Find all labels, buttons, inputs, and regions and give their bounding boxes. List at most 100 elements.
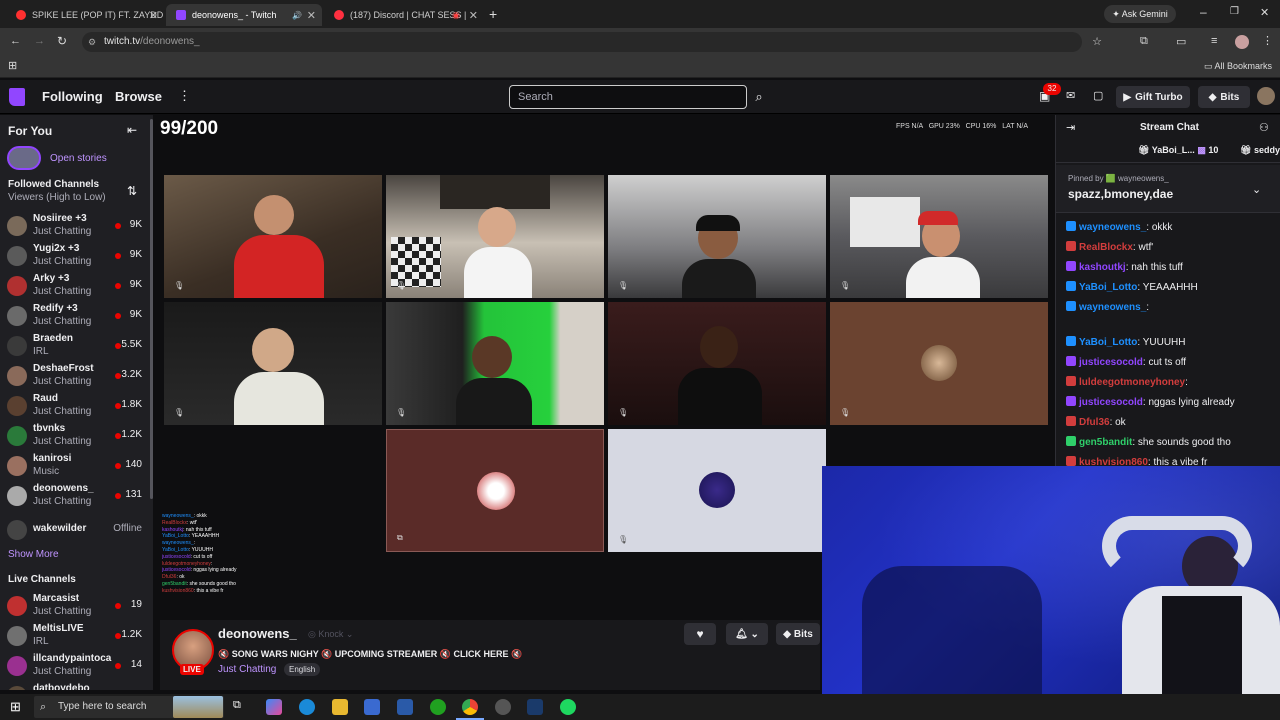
close-tab-icon[interactable]: ✕ <box>307 9 316 22</box>
bits-icon: ◆ <box>1208 91 1217 103</box>
chat-username[interactable]: gen5bandit <box>1079 437 1132 448</box>
tab-title: deonowens_ - Twitch <box>192 10 277 20</box>
knock-button[interactable]: ◎ Knock ⌄ <box>308 629 353 640</box>
maximize-icon[interactable]: ❐ <box>1230 6 1239 17</box>
sidebar-channel-offline[interactable]: wakewilder Offline <box>0 515 150 545</box>
chrome-icon[interactable] <box>462 699 478 715</box>
mic-icon: 🎙 <box>618 408 629 417</box>
sidebar-channel-yugi2x-3[interactable]: Yugi2x +3 Just Chatting 9K <box>0 241 150 271</box>
sidebar-channel-raud[interactable]: Raud Just Chatting 1.8K <box>0 391 150 421</box>
search-icon[interactable]: ⌕ <box>750 85 768 109</box>
sidebar-channel-marcasist[interactable]: Marcasist Just Chatting 19 <box>0 591 150 621</box>
twitch-logo-icon[interactable] <box>9 88 25 106</box>
chat-username[interactable]: kashoutkj <box>1079 262 1126 273</box>
audio-icon[interactable]: 🔊 <box>292 11 302 20</box>
inbox-icon[interactable]: ✉ <box>1066 89 1075 102</box>
media-icon[interactable]: ≡ <box>1211 35 1217 47</box>
open-stories-link[interactable]: Open stories <box>50 153 107 164</box>
sidebar-channel-nosiiree-3[interactable]: Nosiiree +3 Just Chatting 9K <box>0 211 150 241</box>
show-more-link[interactable]: Show More <box>8 549 59 560</box>
extensions-icon[interactable]: ⧉ <box>1140 35 1148 48</box>
browser-tab-discord[interactable]: (187) Discord | CHAT SESS | ◉ ✕ <box>324 4 484 26</box>
language-tag[interactable]: English <box>284 663 321 676</box>
nav-browse[interactable]: Browse <box>115 89 162 104</box>
site-info-icon[interactable]: ⚙ <box>88 32 96 52</box>
sidebar-channel-redify-3[interactable]: Redify +3 Just Chatting 9K <box>0 301 150 331</box>
sidebar-channel-tbvnks[interactable]: tbvnks Just Chatting 1.2K <box>0 421 150 451</box>
all-bookmarks-link[interactable]: ▭ All Bookmarks <box>1204 61 1272 72</box>
sidebar-channel-meltislive[interactable]: MeltisLIVE IRL 1.2K <box>0 621 150 651</box>
browser-menu-icon[interactable]: ⋮ <box>1262 34 1273 47</box>
channel-name[interactable]: deonowens_ <box>218 626 297 641</box>
sidebar-channel-deshaefrost[interactable]: DeshaeFrost Just Chatting 3.2K <box>0 361 150 391</box>
user-avatar[interactable] <box>1257 87 1275 105</box>
task-view-icon[interactable]: ⧉ <box>233 699 249 715</box>
follow-heart-button[interactable]: ♥ <box>684 623 716 645</box>
sidebar-channel-braeden[interactable]: Braeden IRL 5.5K <box>0 331 150 361</box>
collapse-sidebar-icon[interactable]: ⇤ <box>127 123 137 137</box>
chat-username[interactable]: justicesocold <box>1079 357 1143 368</box>
search-input[interactable]: Search <box>509 85 747 109</box>
cheer-bits-button[interactable]: ◆ Bits <box>776 623 820 645</box>
sidebar-channel-deonowens[interactable]: deonowens_ Just Chatting 131 <box>0 481 150 511</box>
back-icon[interactable]: ← <box>10 35 21 47</box>
browser-tab-youtube[interactable]: SPIKE LEE (POP IT) FT. ZAYDD & ✕ <box>6 4 164 26</box>
steam-icon[interactable] <box>527 699 543 715</box>
apps-grid-icon[interactable]: ⊞ <box>8 59 17 72</box>
community-icon[interactable]: ⚇ <box>1259 121 1269 134</box>
mic-icon: 🎙 <box>174 408 185 417</box>
bookmark-star-icon[interactable]: ☆ <box>1092 32 1102 52</box>
chevron-down-icon[interactable]: ⌄ <box>1252 183 1261 196</box>
nav-following[interactable]: Following <box>42 89 103 104</box>
minimize-icon[interactable]: – <box>1200 5 1207 19</box>
notifications-button[interactable]: 🔔︎ ⌄ <box>726 623 768 645</box>
sidebar-scrollbar[interactable] <box>150 119 153 499</box>
leaderboard-bar[interactable]: 🎁︎ YaBoi_L... ▩ 10 🎁︎ seddy <box>1056 141 1280 163</box>
chat-username[interactable]: luldeegotmoneyhoney <box>1079 377 1185 388</box>
edge-icon[interactable] <box>299 699 315 715</box>
address-bar[interactable]: ⚙ twitch.tv/deonowens_ ☆ <box>82 32 1102 52</box>
collapse-chat-icon[interactable]: ⇥ <box>1066 121 1075 134</box>
chat-message: YaBoi_Lotto: YUUUHH <box>1066 336 1186 348</box>
browser-tab-strip: SPIKE LEE (POP IT) FT. ZAYDD & ✕ deonowe… <box>0 0 1280 28</box>
spotify-icon[interactable] <box>560 699 576 715</box>
more-menu-icon[interactable]: ⋮ <box>178 88 191 104</box>
gift-turbo-button[interactable]: ▶ Gift Turbo <box>1116 86 1190 108</box>
windows-start-icon[interactable]: ⊞ <box>10 699 21 715</box>
xbox-icon[interactable] <box>430 699 446 715</box>
obs-icon[interactable] <box>495 699 511 715</box>
file-explorer-icon[interactable] <box>332 699 348 715</box>
stories-avatars[interactable] <box>7 146 41 170</box>
ask-gemini-button[interactable]: ✦ Ask Gemini <box>1104 5 1176 23</box>
sidebar-channel-kanirosi[interactable]: kanirosi Music 140 <box>0 451 150 481</box>
close-window-icon[interactable]: ✕ <box>1260 6 1269 19</box>
sidebar-channel-illcandypaintoca[interactable]: illcandypaintoca Just Chatting 14 <box>0 651 150 681</box>
category-link[interactable]: Just Chatting <box>218 664 276 675</box>
new-tab-icon[interactable]: + <box>489 6 497 22</box>
reload-icon[interactable]: ↻ <box>57 34 67 48</box>
chat-username[interactable]: Dful36 <box>1079 417 1110 428</box>
outlook-icon[interactable] <box>397 699 413 715</box>
sort-icon[interactable]: ⇅ <box>127 184 137 198</box>
webcam-tile: 🎙 <box>386 175 604 298</box>
chat-username[interactable]: YaBoi_Lotto <box>1079 337 1137 348</box>
close-tab-icon[interactable]: ✕ <box>469 9 478 22</box>
chat-username[interactable]: justicesocold <box>1079 397 1143 408</box>
browser-tab-twitch[interactable]: deonowens_ - Twitch 🔊 ✕ <box>166 4 322 26</box>
cast-icon[interactable]: ▭ <box>1176 35 1186 48</box>
close-tab-icon[interactable]: ✕ <box>149 9 158 22</box>
chat-username[interactable]: YaBoi_Lotto <box>1079 282 1137 293</box>
chat-username[interactable]: RealBlockx <box>1079 242 1133 253</box>
get-bits-button[interactable]: ◆ Bits <box>1198 86 1250 108</box>
viewer-count: 9K <box>129 279 142 290</box>
forward-icon[interactable]: → <box>34 35 45 47</box>
store-icon[interactable] <box>364 699 380 715</box>
chat-username[interactable]: wayneowens_ <box>1079 302 1146 313</box>
sidebar-channel-arky-3[interactable]: Arky +3 Just Chatting 9K <box>0 271 150 301</box>
sidebar-channel-datboydebo[interactable]: datboydebo 142 <box>0 681 150 690</box>
whispers-icon[interactable]: ▢ <box>1093 89 1103 102</box>
chat-username[interactable]: wayneowens_ <box>1079 222 1146 233</box>
copilot-icon[interactable] <box>266 699 282 715</box>
profile-avatar-icon[interactable] <box>1235 35 1249 49</box>
pinned-message[interactable]: Pinned by 🟩 wayneowens_ spazz,bmoney,dae… <box>1056 165 1280 213</box>
